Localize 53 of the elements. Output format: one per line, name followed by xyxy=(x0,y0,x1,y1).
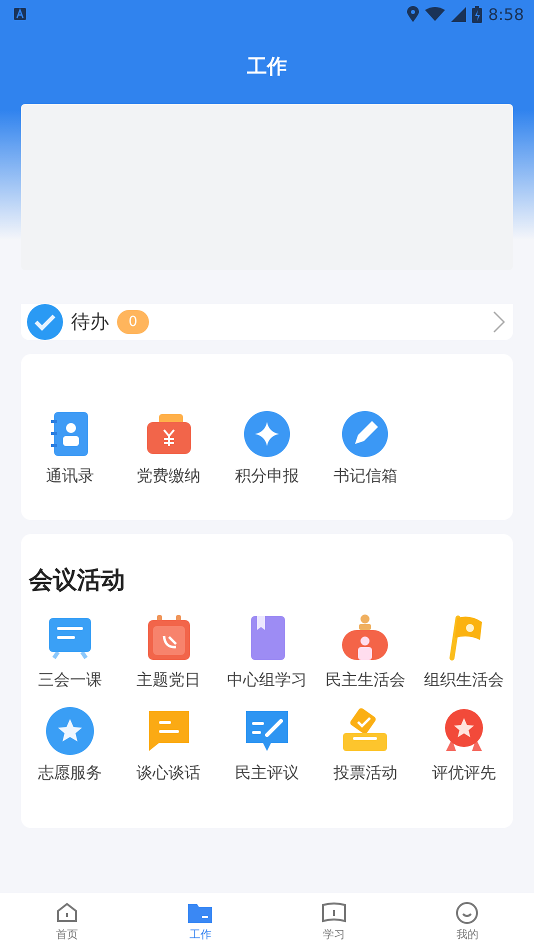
status-time: 8:58 xyxy=(488,4,524,24)
sparkle-icon xyxy=(242,410,291,458)
smiley-icon xyxy=(455,901,480,925)
folder-icon xyxy=(187,901,214,925)
tool-label: 书记信箱 xyxy=(333,466,398,487)
wifi-icon xyxy=(425,7,446,21)
meeting-item[interactable]: 三会一课 xyxy=(21,614,120,691)
meeting-label: 主题党日 xyxy=(136,670,201,691)
tool-label: 通讯录 xyxy=(46,466,94,487)
check-circle-icon xyxy=(27,304,63,340)
meeting-label: 民主评议 xyxy=(234,763,299,784)
meeting-label: 中心组学习 xyxy=(226,670,307,691)
tool-item[interactable]: 党费缴纳 xyxy=(119,410,218,487)
star-badge-icon xyxy=(46,707,94,755)
page-title: 工作 xyxy=(247,52,287,80)
home-icon xyxy=(54,901,79,925)
chevron-right-icon xyxy=(493,311,505,333)
meeting-item[interactable]: 主题党日 xyxy=(119,614,218,691)
section-title: 会议活动 xyxy=(28,565,126,596)
meeting-item[interactable]: 志愿服务 xyxy=(21,707,120,784)
meeting-item[interactable]: 组织生活会 xyxy=(414,614,513,691)
tool-label: 积分申报 xyxy=(234,466,299,487)
tool-item[interactable]: 积分申报 xyxy=(218,410,316,487)
todo-label: 待办 xyxy=(71,310,109,335)
meeting-item[interactable]: 中心组学习 xyxy=(218,614,316,691)
meeting-label: 投票活动 xyxy=(333,763,398,784)
nav-tab[interactable]: 首页 xyxy=(0,893,134,950)
todo-row[interactable]: 待办 0 xyxy=(21,304,513,340)
todo-count-badge: 0 xyxy=(117,310,149,334)
meeting-label: 三会一课 xyxy=(38,670,102,691)
meeting-label: 民主生活会 xyxy=(325,670,406,691)
open-book-icon xyxy=(320,901,347,925)
meeting-label: 志愿服务 xyxy=(38,763,102,784)
meeting-item[interactable]: 民主生活会 xyxy=(316,614,415,691)
nav-tab[interactable]: 工作 xyxy=(134,893,267,950)
keyboard-app-icon xyxy=(14,8,26,20)
tool-label: 党费缴纳 xyxy=(136,466,201,487)
location-icon xyxy=(407,6,420,22)
nav-tab[interactable]: 学习 xyxy=(267,893,400,950)
pencil-icon xyxy=(341,410,390,458)
nav-tab[interactable]: 我的 xyxy=(400,893,534,950)
tool-item[interactable]: 通讯录 xyxy=(21,410,120,487)
person-podium-icon xyxy=(341,614,390,662)
tool-item[interactable]: 书记信箱 xyxy=(316,410,415,487)
meeting-item[interactable]: 投票活动 xyxy=(316,707,415,784)
meeting-label: 组织生活会 xyxy=(424,670,504,691)
meeting-item[interactable]: 民主评议 xyxy=(218,707,316,784)
battery-icon xyxy=(472,6,482,22)
meeting-label: 评优评先 xyxy=(432,763,496,784)
meeting-item[interactable]: 评优评先 xyxy=(414,707,513,784)
signal-icon xyxy=(451,6,466,22)
meeting-item[interactable]: 谈心谈话 xyxy=(119,707,218,784)
meeting-label: 谈心谈话 xyxy=(136,763,201,784)
